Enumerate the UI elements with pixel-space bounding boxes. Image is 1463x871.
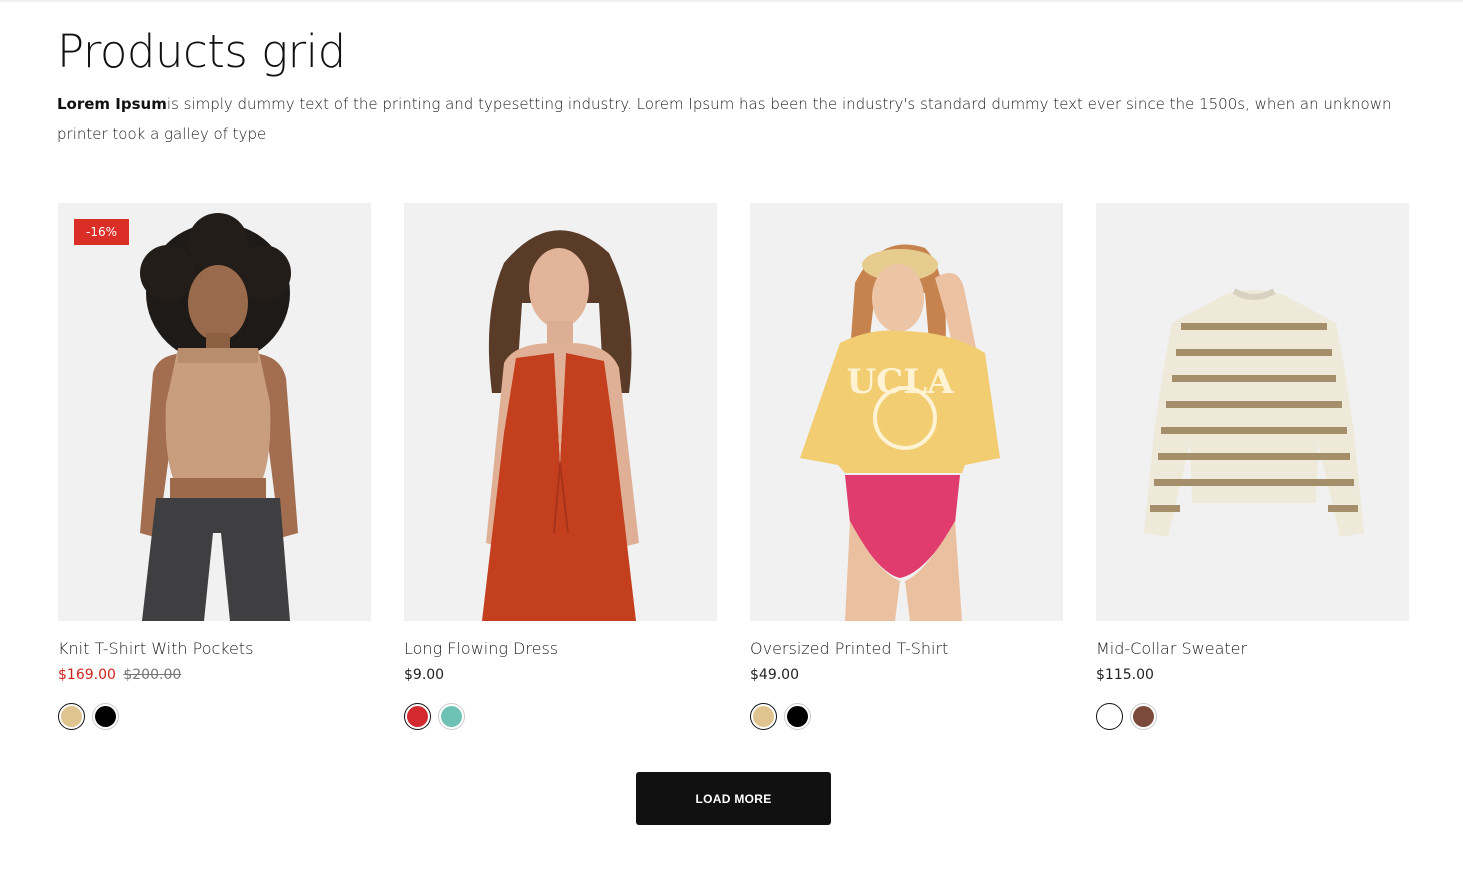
product-price-row: $9.00: [404, 665, 717, 685]
page-title: Products grid: [57, 25, 346, 78]
description-text: is simply dummy text of the printing and…: [57, 95, 1392, 143]
product-price-row: $49.00: [750, 665, 1063, 685]
product-card-long-dress[interactable]: Long Flowing Dress $9.00: [404, 203, 717, 730]
swatch-brown[interactable]: [1130, 703, 1157, 730]
product-name[interactable]: Long Flowing Dress: [404, 638, 717, 660]
color-swatches: [750, 703, 1063, 730]
product-price-row: $115.00: [1096, 665, 1409, 685]
products-grid: -16% Knit T-Shirt With Pockets $169.00 $…: [58, 203, 1409, 730]
color-swatches: [58, 703, 371, 730]
product-image[interactable]: UCLA: [750, 203, 1063, 621]
swatch-beige[interactable]: [750, 703, 777, 730]
product-name[interactable]: Knit T-Shirt With Pockets: [58, 638, 371, 660]
product-photo-model-knit-top: [140, 213, 298, 621]
product-image[interactable]: -16%: [58, 203, 371, 621]
swatch-red[interactable]: [404, 703, 431, 730]
discount-badge: -16%: [74, 219, 130, 245]
product-image[interactable]: [1096, 203, 1409, 621]
product-price-row: $169.00 $200.00: [58, 665, 371, 685]
product-card-oversized-tshirt[interactable]: UCLA Oversized Printed T-Shirt $49.00: [750, 203, 1063, 730]
swatch-black[interactable]: [92, 703, 119, 730]
product-price: $49.00: [750, 667, 799, 683]
product-photo-striped-sweater: [1144, 288, 1364, 537]
product-name[interactable]: Oversized Printed T-Shirt: [750, 638, 1063, 660]
swatch-black[interactable]: [784, 703, 811, 730]
page-description: Lorem Ipsumis simply dummy text of the p…: [57, 89, 1409, 149]
description-bold: Lorem Ipsum: [57, 95, 167, 113]
color-swatches: [1096, 703, 1409, 730]
swatch-white[interactable]: [1096, 703, 1123, 730]
product-photo-model-yellow-tshirt: UCLA: [800, 244, 1000, 621]
load-more-button[interactable]: LOAD MORE: [636, 772, 831, 825]
top-divider: [0, 0, 1463, 2]
product-price: $115.00: [1096, 667, 1154, 683]
product-name[interactable]: Mid-Collar Sweater: [1096, 638, 1409, 660]
color-swatches: [404, 703, 717, 730]
svg-text:UCLA: UCLA: [847, 362, 955, 402]
product-image[interactable]: [404, 203, 717, 621]
product-photo-model-red-dress: [482, 230, 639, 621]
original-price: $200.00: [123, 667, 182, 683]
sale-price: $169.00: [58, 667, 116, 683]
product-card-mid-collar-sweater[interactable]: Mid-Collar Sweater $115.00: [1096, 203, 1409, 730]
product-price: $9.00: [404, 667, 445, 683]
product-card-knit-tshirt[interactable]: -16% Knit T-Shirt With Pockets $169.00 $…: [58, 203, 371, 730]
swatch-beige[interactable]: [58, 703, 85, 730]
swatch-teal[interactable]: [438, 703, 465, 730]
